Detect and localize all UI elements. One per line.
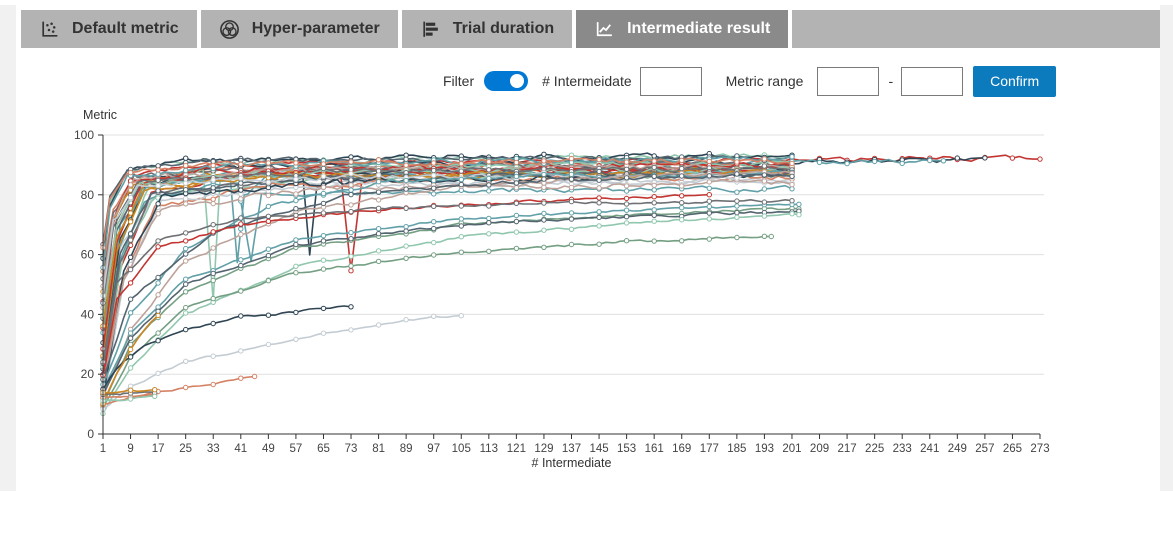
- svg-text:97: 97: [427, 443, 440, 455]
- svg-text:40: 40: [81, 307, 95, 321]
- svg-text:129: 129: [534, 443, 553, 455]
- tab-label: Trial duration: [453, 20, 554, 38]
- svg-text:193: 193: [755, 443, 774, 455]
- svg-text:209: 209: [810, 443, 829, 455]
- svg-text:60: 60: [81, 248, 95, 262]
- venn-circles-icon: [219, 19, 240, 40]
- x-axis-title: # Intermediate: [532, 456, 612, 470]
- metric-range-label: Metric range: [726, 73, 804, 89]
- svg-text:161: 161: [645, 443, 664, 455]
- confirm-button[interactable]: Confirm: [973, 66, 1056, 97]
- svg-text:225: 225: [865, 443, 884, 455]
- svg-text:265: 265: [1003, 443, 1022, 455]
- content-card: Default metric Hyper-parameter Trial durat…: [16, 5, 1160, 491]
- svg-text:20: 20: [81, 367, 95, 381]
- trial-markers-trial-39: [101, 206, 801, 407]
- chart-canvas[interactable]: 0 20 40 60 80 100 1 9 17 25 33 41 49 57 65 73 81 89 97 105 1…: [16, 105, 1160, 490]
- svg-text:81: 81: [372, 443, 385, 455]
- svg-text:121: 121: [507, 443, 526, 455]
- svg-text:185: 185: [727, 443, 746, 455]
- svg-text:41: 41: [234, 443, 247, 455]
- tab-trial-duration[interactable]: Trial duration: [402, 10, 572, 48]
- svg-text:233: 233: [893, 443, 912, 455]
- svg-text:0: 0: [87, 427, 94, 441]
- trial-line-trial-44: [103, 195, 709, 375]
- svg-text:25: 25: [179, 443, 192, 455]
- svg-text:105: 105: [452, 443, 471, 455]
- svg-text:57: 57: [290, 443, 303, 455]
- svg-text:80: 80: [81, 188, 95, 202]
- view-tab-bar: Default metric Hyper-parameter Trial durat…: [21, 10, 1160, 48]
- line-chart-icon: [594, 19, 615, 40]
- tab-label: Default metric: [72, 20, 179, 38]
- svg-text:1: 1: [100, 443, 106, 455]
- svg-text:273: 273: [1030, 443, 1049, 455]
- bar-chart-icon: [420, 19, 441, 40]
- toggle-knob: [510, 74, 524, 88]
- tab-intermediate-result[interactable]: Intermediate result: [576, 10, 788, 48]
- svg-text:257: 257: [975, 443, 994, 455]
- svg-text:177: 177: [700, 443, 719, 455]
- trial-markers-trial-41: [101, 209, 801, 396]
- trial-markers-trial-40: [101, 202, 801, 394]
- trial-markers-trial-29: [101, 170, 794, 400]
- svg-text:153: 153: [617, 443, 636, 455]
- svg-text:33: 33: [207, 443, 220, 455]
- intermediate-count-input[interactable]: [640, 67, 702, 96]
- svg-text:249: 249: [948, 443, 967, 455]
- tab-bar-filler: [792, 10, 1160, 48]
- trial-markers-trial-15: [101, 182, 794, 379]
- svg-text:65: 65: [317, 443, 330, 455]
- svg-text:73: 73: [345, 443, 358, 455]
- filter-toggle[interactable]: [484, 71, 528, 91]
- trial-markers-trial-32: [101, 178, 794, 387]
- trial-markers-trial-44: [101, 193, 712, 378]
- svg-text:145: 145: [589, 443, 608, 455]
- svg-text:201: 201: [782, 443, 801, 455]
- intermediate-count-label: # Intermeidate: [542, 73, 632, 89]
- scatter-chart-icon: [39, 19, 60, 40]
- svg-text:137: 137: [562, 443, 581, 455]
- nni-dashboard-page: Default metric Hyper-parameter Trial durat…: [0, 0, 1173, 549]
- intermediate-result-chart[interactable]: 0 20 40 60 80 100 1 9 17 25 33 41 49 57 65 73 81 89 97 105 1…: [16, 105, 1160, 490]
- trial-line-trial-43: [103, 236, 771, 407]
- range-separator: -: [888, 73, 893, 89]
- svg-text:9: 9: [127, 443, 133, 455]
- svg-text:89: 89: [400, 443, 413, 455]
- trial-line-trial-45: [103, 200, 792, 362]
- trial-markers-trial-43: [101, 234, 774, 409]
- trial-markers-trial-25: [101, 176, 794, 407]
- svg-text:17: 17: [152, 443, 165, 455]
- svg-text:100: 100: [74, 128, 94, 142]
- trial-line-trial-09: [103, 164, 792, 319]
- trial-markers-trial-46: [101, 305, 353, 392]
- tab-default-metric[interactable]: Default metric: [21, 10, 197, 48]
- tab-label: Intermediate result: [627, 20, 770, 38]
- tab-label: Hyper-parameter: [252, 20, 380, 38]
- svg-text:241: 241: [920, 443, 939, 455]
- filter-label: Filter: [443, 73, 474, 89]
- trial-line-trial-12: [103, 167, 792, 369]
- trial-line-trial-31: [103, 169, 792, 326]
- y-axis-title: Metric: [83, 108, 117, 122]
- trial-markers-trial-45: [101, 199, 794, 365]
- trial-line-trial-42: [103, 214, 799, 414]
- svg-text:49: 49: [262, 443, 275, 455]
- svg-text:169: 169: [672, 443, 691, 455]
- metric-max-input[interactable]: [901, 67, 963, 96]
- svg-text:217: 217: [837, 443, 856, 455]
- trial-line-trial-18: [103, 168, 792, 332]
- tab-hyper-parameter[interactable]: Hyper-parameter: [201, 10, 398, 48]
- filter-toolbar: Filter # Intermeidate Metric range - Con…: [443, 64, 1056, 98]
- svg-text:113: 113: [480, 443, 498, 455]
- metric-min-input[interactable]: [817, 67, 879, 96]
- page-frame: Default metric Hyper-parameter Trial durat…: [0, 5, 1173, 491]
